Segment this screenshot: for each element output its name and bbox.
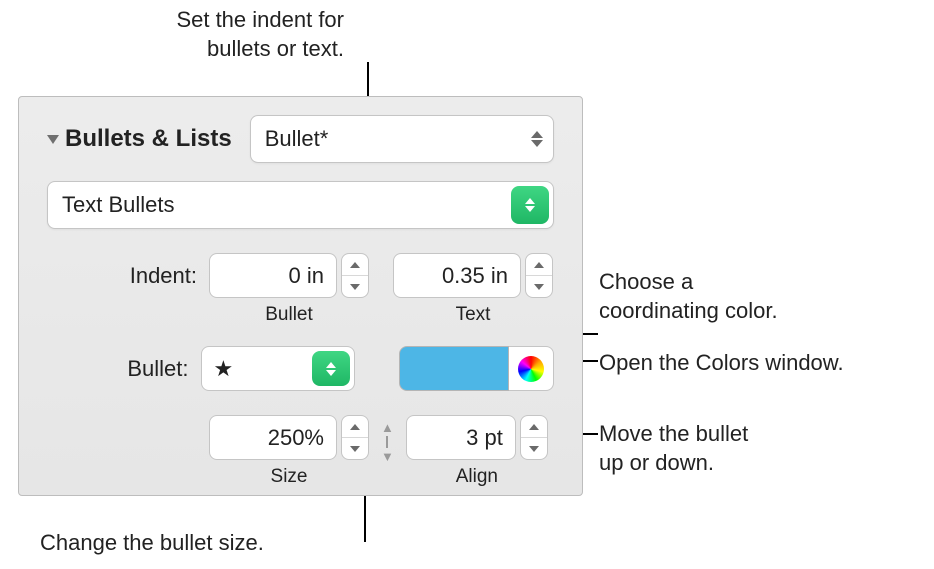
- text-indent-stepper[interactable]: [525, 253, 553, 298]
- color-swatch[interactable]: [399, 346, 509, 391]
- chevron-updown-icon: [531, 131, 543, 147]
- section-title-text: Bullets & Lists: [65, 125, 232, 153]
- list-style-select[interactable]: Bullet*: [250, 115, 554, 163]
- color-wheel-icon: [518, 356, 544, 382]
- size-sublabel: Size: [209, 466, 369, 488]
- bullet-indent-stepper[interactable]: [341, 253, 369, 298]
- dropdown-button-icon: [312, 351, 350, 386]
- text-indent-sublabel: Text: [393, 304, 553, 326]
- bullet-indent-sublabel: Bullet: [209, 304, 369, 326]
- section-header[interactable]: Bullets & Lists: [47, 125, 232, 153]
- align-sublabel: Align: [406, 466, 548, 488]
- bullet-char-select[interactable]: ★: [201, 346, 355, 391]
- disclosure-triangle-icon: [47, 135, 59, 144]
- star-icon: ★: [214, 356, 234, 382]
- callout-move-bullet: Move the bullet up or down.: [599, 420, 748, 477]
- bullet-type-select[interactable]: Text Bullets: [47, 181, 554, 229]
- callout-coord-color: Choose a coordinating color.: [599, 268, 778, 325]
- text-indent-input[interactable]: 0.35 in: [393, 253, 521, 298]
- callout-indent: Set the indent for bullets or text.: [104, 6, 344, 63]
- bullets-panel: Bullets & Lists Bullet* Text Bullets Ind…: [18, 96, 583, 496]
- vertical-arrows-icon: ▲ ▼: [381, 421, 394, 463]
- indent-label: Indent:: [47, 253, 197, 289]
- color-wheel-button[interactable]: [509, 346, 554, 391]
- align-stepper[interactable]: [520, 415, 548, 460]
- size-stepper[interactable]: [341, 415, 369, 460]
- size-input[interactable]: 250%: [209, 415, 337, 460]
- align-input[interactable]: 3 pt: [406, 415, 516, 460]
- dropdown-button-icon: [511, 186, 549, 224]
- bullet-type-value: Text Bullets: [62, 192, 175, 218]
- bullet-label: Bullet:: [47, 356, 189, 382]
- callout-change-size: Change the bullet size.: [40, 529, 264, 558]
- list-style-value: Bullet*: [265, 126, 329, 152]
- bullet-indent-input[interactable]: 0 in: [209, 253, 337, 298]
- callout-colors-window: Open the Colors window.: [599, 349, 844, 378]
